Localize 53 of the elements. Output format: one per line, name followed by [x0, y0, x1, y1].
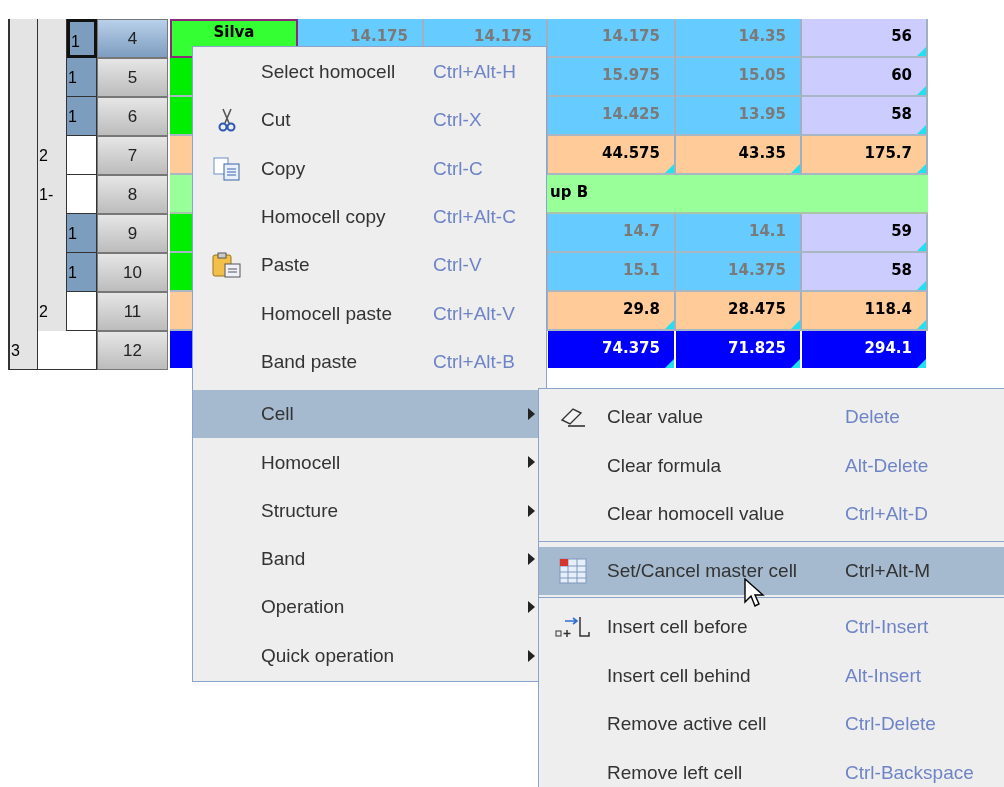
menu-item[interactable]: Select homocell Ctrl+Alt-H: [193, 48, 546, 97]
band-marker-cell[interactable]: 1: [67, 58, 97, 97]
row-header[interactable]: 9: [97, 214, 168, 253]
menu-item[interactable]: Paste Ctrl-V: [193, 241, 546, 290]
value-text: 118.4: [864, 300, 912, 318]
value-text: 14.1: [749, 222, 786, 240]
row-header[interactable]: 4: [97, 19, 168, 58]
value-text: 175.7: [864, 144, 912, 162]
band-level-cell: 3: [8, 331, 38, 370]
band-level-cell: 2: [38, 292, 67, 331]
menu-item[interactable]: Cut Ctrl-X: [193, 96, 546, 145]
value-text: 28.475: [728, 300, 786, 318]
value-text: 60: [891, 66, 912, 84]
value-text: 59: [891, 222, 912, 240]
band-marker-cell[interactable]: 1: [67, 19, 97, 58]
value-text: 56: [891, 27, 912, 45]
value-text: 15.05: [738, 66, 786, 84]
menu-item[interactable]: Remove left cell Ctrl-Backspace: [539, 748, 1004, 787]
menu-item[interactable]: Remove active cell Ctrl-Delete: [539, 700, 1004, 749]
value-text: 58: [891, 261, 912, 279]
value-text: 44.575: [602, 144, 660, 162]
menu-item[interactable]: Homocell paste Ctrl+Alt-V: [193, 289, 546, 338]
row-header[interactable]: 10: [97, 253, 168, 292]
band-marker-cell[interactable]: 1: [67, 214, 97, 253]
value-text: 29.8: [623, 300, 660, 318]
row-header[interactable]: 11: [97, 292, 168, 331]
row-header[interactable]: 8: [97, 175, 168, 214]
row-header[interactable]: 7: [97, 136, 168, 175]
band-level-cell: 1-: [38, 175, 67, 214]
value-text: 15.975: [602, 66, 660, 84]
value-text: 74.375: [602, 339, 660, 357]
value-text: 43.35: [738, 144, 786, 162]
value-text: 58: [891, 105, 912, 123]
value-text: 71.825: [728, 339, 786, 357]
menu-item[interactable]: Band paste Ctrl+Alt-B: [193, 337, 546, 387]
band-marker-cell[interactable]: 1: [67, 97, 97, 136]
menu-item[interactable]: Set/Cancel master cell Ctrl+Alt-M: [539, 546, 1004, 595]
value-text: 14.175: [602, 27, 660, 45]
row-header[interactable]: 6: [97, 97, 168, 136]
value-text: 14.175: [350, 27, 408, 45]
name-text: Silva: [213, 23, 255, 41]
value-text: 14.175: [474, 27, 532, 45]
row-header[interactable]: 5: [97, 58, 168, 97]
value-text: 294.1: [864, 339, 912, 357]
value-text: 14.375: [728, 261, 786, 279]
row-header[interactable]: 12: [97, 331, 168, 370]
band-marker-cell[interactable]: 1: [67, 253, 97, 292]
value-text: 15.1: [623, 261, 660, 279]
band-level-cell: 2: [38, 136, 67, 175]
value-text: 14.35: [738, 27, 786, 45]
value-text: 14.7: [623, 222, 660, 240]
value-text: 13.95: [738, 105, 786, 123]
value-text: 14.425: [602, 105, 660, 123]
